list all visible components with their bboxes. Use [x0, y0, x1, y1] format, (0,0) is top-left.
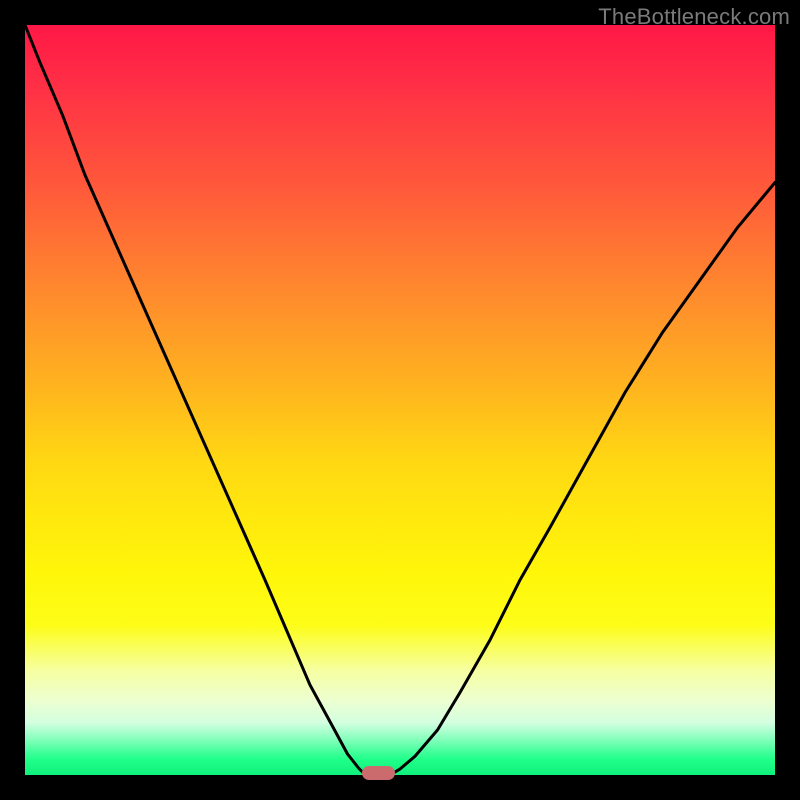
plot-area — [25, 25, 775, 775]
left-curve — [25, 25, 364, 774]
curve-layer — [25, 25, 775, 775]
target-marker — [362, 766, 395, 780]
chart-frame: TheBottleneck.com — [0, 0, 800, 800]
right-curve — [393, 183, 776, 774]
